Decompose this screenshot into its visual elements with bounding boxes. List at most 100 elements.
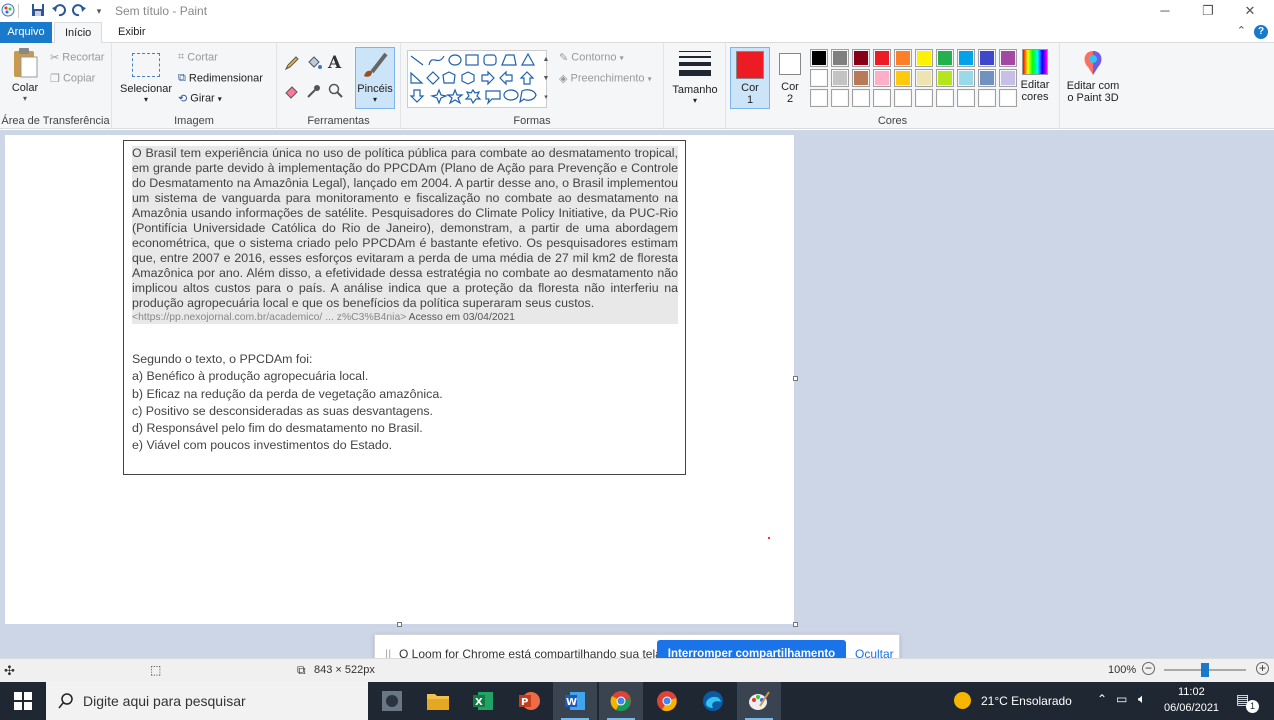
pencil-icon[interactable] xyxy=(284,55,300,74)
zoom-slider[interactable] xyxy=(1164,663,1246,677)
edit-colors-button[interactable]: Editar cores xyxy=(1016,49,1054,111)
outline-button[interactable]: ✎ Contorno ▾ xyxy=(559,51,624,64)
palette-swatch[interactable] xyxy=(873,69,891,87)
network-icon[interactable]: ▭ xyxy=(1116,692,1127,706)
palette-swatch[interactable] xyxy=(810,69,828,87)
title-bar: ▾ Sem título - Paint ─ ❐ ✕ xyxy=(0,0,1274,22)
palette-swatch[interactable] xyxy=(936,49,954,67)
maximize-button[interactable]: ❐ xyxy=(1193,2,1223,20)
palette-swatch[interactable] xyxy=(915,89,933,107)
palette-swatch[interactable] xyxy=(831,69,849,87)
minimize-button[interactable]: ─ xyxy=(1150,2,1180,20)
palette-swatch[interactable] xyxy=(894,49,912,67)
tab-view[interactable]: Exibir xyxy=(108,22,156,43)
zoom-in-button[interactable]: + xyxy=(1256,662,1269,675)
taskbar-powerpoint[interactable]: P xyxy=(507,682,551,720)
color2-button[interactable]: Cor 2 xyxy=(772,47,808,109)
drawing-canvas[interactable]: O Brasil tem experiência única no uso de… xyxy=(5,135,794,624)
taskbar-chrome-profile[interactable] xyxy=(645,682,689,720)
fill-bucket-icon[interactable] xyxy=(306,55,322,74)
resize-handle-right[interactable] xyxy=(793,376,798,381)
palette-swatch[interactable] xyxy=(852,49,870,67)
clock-date[interactable]: 06/06/2021 xyxy=(1164,702,1219,714)
color1-number: 1 xyxy=(746,94,754,106)
palette-swatch[interactable] xyxy=(957,69,975,87)
tab-file[interactable]: Arquivo xyxy=(0,22,52,43)
palette-swatch[interactable] xyxy=(873,89,891,107)
palette-swatch[interactable] xyxy=(999,89,1017,107)
palette-swatch[interactable] xyxy=(978,49,996,67)
palette-swatch[interactable] xyxy=(999,49,1017,67)
rainbow-icon xyxy=(1022,49,1048,75)
taskbar-search[interactable]: Digite aqui para pesquisar xyxy=(46,682,368,720)
copy-button[interactable]: ❐ Copiar xyxy=(50,72,95,85)
palette-swatch[interactable] xyxy=(894,89,912,107)
palette-swatch[interactable] xyxy=(852,89,870,107)
color-picker-icon[interactable] xyxy=(306,83,322,102)
palette-swatch[interactable] xyxy=(999,69,1017,87)
tab-home[interactable]: Início xyxy=(54,22,103,44)
size-button[interactable]: Tamanho ▾ xyxy=(672,49,718,111)
redo-icon[interactable] xyxy=(71,3,87,19)
start-button[interactable] xyxy=(0,682,46,720)
close-button[interactable]: ✕ xyxy=(1235,2,1265,20)
palette-swatch[interactable] xyxy=(810,49,828,67)
taskbar-word[interactable]: W xyxy=(553,682,597,720)
palette-swatch[interactable] xyxy=(936,69,954,87)
scissors-icon: ✂ xyxy=(50,52,60,64)
paint3d-button[interactable]: Editar com o Paint 3D xyxy=(1064,49,1122,111)
palette-swatch[interactable] xyxy=(957,49,975,67)
text-tool-icon[interactable]: A xyxy=(328,53,341,73)
paint-window: ▾ Sem título - Paint ─ ❐ ✕ Arquivo Iníci… xyxy=(0,0,1274,720)
taskbar-paint[interactable] xyxy=(737,682,781,720)
taskbar-edge[interactable] xyxy=(691,682,735,720)
undo-icon[interactable] xyxy=(51,3,67,19)
show-hidden-icons-icon[interactable]: ⌃ xyxy=(1097,692,1107,706)
zoom-out-button[interactable]: − xyxy=(1142,662,1155,675)
taskbar-app-recorder[interactable] xyxy=(370,682,414,720)
weather-text[interactable]: 21°C Ensolarado xyxy=(981,694,1072,708)
taskbar-excel[interactable]: X xyxy=(461,682,505,720)
palette-swatch[interactable] xyxy=(831,89,849,107)
swatch-fill xyxy=(938,51,952,65)
palette-swatch[interactable] xyxy=(915,69,933,87)
palette-swatch[interactable] xyxy=(936,89,954,107)
clipboard-group-label: Área de Transferência xyxy=(1,115,110,127)
taskbar-chrome[interactable] xyxy=(599,682,643,720)
palette-swatch[interactable] xyxy=(915,49,933,67)
palette-swatch[interactable] xyxy=(978,69,996,87)
rotate-button[interactable]: ⟲ Girar ▾ xyxy=(178,92,222,105)
eraser-icon[interactable] xyxy=(284,83,300,102)
resize-handle-corner[interactable] xyxy=(793,622,798,627)
palette-swatch[interactable] xyxy=(831,49,849,67)
color1-button[interactable]: Cor 1 xyxy=(730,47,770,109)
shapes-gallery[interactable] xyxy=(407,50,547,108)
magnifier-icon[interactable] xyxy=(328,83,344,102)
cut-button[interactable]: ✂ Recortar xyxy=(50,51,104,64)
customize-quick-access-icon[interactable]: ▾ xyxy=(91,3,107,19)
palette-swatch[interactable] xyxy=(810,89,828,107)
collapse-ribbon-icon[interactable]: ⌃ xyxy=(1237,24,1246,37)
clock-time[interactable]: 11:02 xyxy=(1178,686,1205,698)
swatch-fill xyxy=(980,51,994,65)
brushes-button[interactable]: Pincéis ▾ xyxy=(355,47,395,109)
taskbar-file-explorer[interactable] xyxy=(416,682,460,720)
crop-button[interactable]: ⌗ Cortar xyxy=(178,51,218,64)
palette-swatch[interactable] xyxy=(852,69,870,87)
palette-swatch[interactable] xyxy=(957,89,975,107)
paste-button[interactable]: Colar ▾ xyxy=(6,47,44,107)
resize-button[interactable]: ⧉ Redimensionar xyxy=(178,72,263,85)
status-bar: ✣ ⬚ ⧉ 843 × 522px 100% − + xyxy=(0,658,1274,682)
paint-app-icon[interactable] xyxy=(0,3,16,19)
palette-swatch[interactable] xyxy=(894,69,912,87)
volume-icon[interactable]: 🔈︎ xyxy=(1138,691,1146,707)
help-icon[interactable]: ? xyxy=(1254,25,1268,39)
save-icon[interactable] xyxy=(30,3,46,19)
resize-handle-bottom[interactable] xyxy=(397,622,402,627)
zoom-slider-thumb[interactable] xyxy=(1201,663,1209,677)
palette-swatch[interactable] xyxy=(978,89,996,107)
shapes-scroll[interactable]: ▲ ▼ ▾ xyxy=(541,50,551,108)
select-button[interactable]: Selecionar ▾ xyxy=(118,51,174,109)
fill-button[interactable]: ◈ Preenchimento ▾ xyxy=(559,72,652,85)
palette-swatch[interactable] xyxy=(873,49,891,67)
